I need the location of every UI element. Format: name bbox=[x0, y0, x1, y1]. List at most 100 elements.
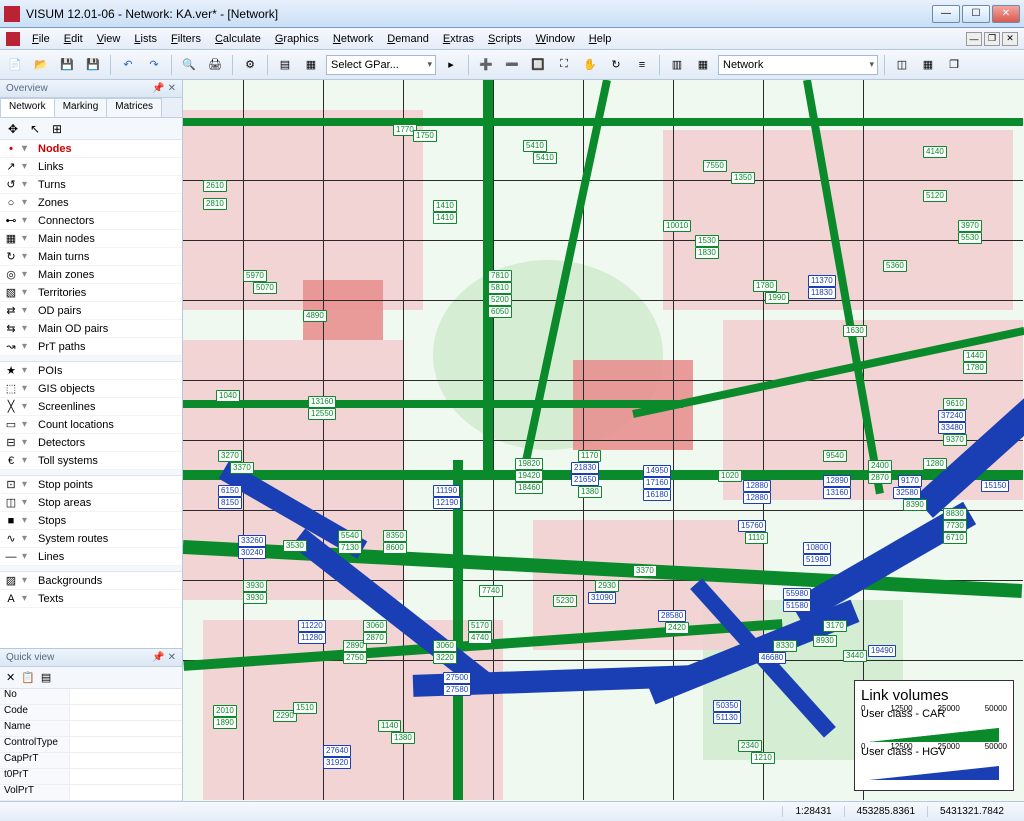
menu-extras[interactable]: Extras bbox=[437, 31, 480, 47]
menu-edit[interactable]: Edit bbox=[58, 31, 89, 47]
open-button[interactable]: 📂 bbox=[30, 54, 52, 76]
filter-icon[interactable]: ▾ bbox=[22, 269, 34, 280]
netobj-turns[interactable]: ↺▾Turns bbox=[0, 176, 182, 194]
menu-lists[interactable]: Lists bbox=[128, 31, 163, 47]
menu-filters[interactable]: Filters bbox=[165, 31, 207, 47]
close-button[interactable]: ✕ bbox=[992, 5, 1020, 23]
filter-icon[interactable]: ▾ bbox=[22, 215, 34, 226]
tab-marking[interactable]: Marking bbox=[54, 98, 108, 117]
menu-calculate[interactable]: Calculate bbox=[209, 31, 267, 47]
filter-icon[interactable]: ▾ bbox=[22, 341, 34, 352]
filter-icon[interactable]: ▾ bbox=[22, 497, 34, 508]
filter-icon[interactable]: ▾ bbox=[22, 533, 34, 544]
qv-row-volprt[interactable]: VolPrT bbox=[0, 785, 182, 801]
save-as-button[interactable]: 💾 bbox=[82, 54, 104, 76]
netobj-main-turns[interactable]: ↻▾Main turns bbox=[0, 248, 182, 266]
filter-icon[interactable]: ▾ bbox=[22, 575, 34, 586]
filter-icon[interactable]: ▾ bbox=[22, 479, 34, 490]
qv-row-capprt[interactable]: CapPrT bbox=[0, 753, 182, 769]
mdi-close-button[interactable]: ✕ bbox=[1002, 32, 1018, 46]
qv-row-controltype[interactable]: ControlType bbox=[0, 737, 182, 753]
menu-scripts[interactable]: Scripts bbox=[482, 31, 528, 47]
netobj-prt-paths[interactable]: ↝▾PrT paths bbox=[0, 338, 182, 356]
filter-icon[interactable]: ▾ bbox=[22, 251, 34, 262]
print-button[interactable]: 🖨 bbox=[204, 54, 226, 76]
qv-clear-button[interactable]: ✕ bbox=[6, 671, 15, 684]
filter-icon[interactable]: ▾ bbox=[22, 179, 34, 190]
netobj-stop-areas[interactable]: ◫▾Stop areas bbox=[0, 494, 182, 512]
filter-icon[interactable]: ▾ bbox=[22, 143, 34, 154]
window-split-button[interactable]: ◫ bbox=[891, 54, 913, 76]
menu-demand[interactable]: Demand bbox=[381, 31, 435, 47]
qv-config-button[interactable]: ▤ bbox=[41, 671, 51, 684]
map-viewport[interactable]: 2610281017701750141014105410541059705070… bbox=[183, 80, 1024, 801]
netobj-main-nodes[interactable]: ▦▾Main nodes bbox=[0, 230, 182, 248]
netobj-main-zones[interactable]: ◎▾Main zones bbox=[0, 266, 182, 284]
special-mode-button[interactable]: ⊞ bbox=[48, 120, 66, 138]
netobj-count-locations[interactable]: ▭▾Count locations bbox=[0, 416, 182, 434]
filter-icon[interactable]: ▾ bbox=[22, 419, 34, 430]
netobj-connectors[interactable]: ⊷▾Connectors bbox=[0, 212, 182, 230]
filter-icon[interactable]: ▾ bbox=[22, 593, 34, 604]
filter-icon[interactable]: ▾ bbox=[22, 197, 34, 208]
qv-row-no[interactable]: No bbox=[0, 689, 182, 705]
mdi-restore-button[interactable]: ❐ bbox=[984, 32, 1000, 46]
netobj-gis-objects[interactable]: ⬚▾GIS objects bbox=[0, 380, 182, 398]
menu-help[interactable]: Help bbox=[583, 31, 618, 47]
tab-matrices[interactable]: Matrices bbox=[106, 98, 162, 117]
gpar-button[interactable]: ▦ bbox=[300, 54, 322, 76]
netobj-nodes[interactable]: •▾Nodes bbox=[0, 140, 182, 158]
qv-row-t0prt[interactable]: t0PrT bbox=[0, 769, 182, 785]
maximize-button[interactable]: ☐ bbox=[962, 5, 990, 23]
new-button[interactable]: 📄 bbox=[4, 54, 26, 76]
netobj-detectors[interactable]: ⊟▾Detectors bbox=[0, 434, 182, 452]
menu-view[interactable]: View bbox=[91, 31, 127, 47]
netobj-toll-systems[interactable]: €▾Toll systems bbox=[0, 452, 182, 470]
filter-icon[interactable]: ▾ bbox=[22, 383, 34, 394]
gpar-select[interactable]: Select GPar... bbox=[326, 55, 436, 75]
columns-button[interactable]: ▥ bbox=[666, 54, 688, 76]
zoom-out-button[interactable]: ➖ bbox=[501, 54, 523, 76]
netobj-main-od-pairs[interactable]: ⇆▾Main OD pairs bbox=[0, 320, 182, 338]
window-tile-button[interactable]: ▦ bbox=[917, 54, 939, 76]
netobj-stop-points[interactable]: ⊡▾Stop points bbox=[0, 476, 182, 494]
netobj-system-routes[interactable]: ∿▾System routes bbox=[0, 530, 182, 548]
filter-icon[interactable]: ▾ bbox=[22, 305, 34, 316]
filter-icon[interactable]: ▾ bbox=[22, 365, 34, 376]
netobj-texts[interactable]: A▾Texts bbox=[0, 590, 182, 608]
menu-graphics[interactable]: Graphics bbox=[269, 31, 325, 47]
netobj-territories[interactable]: ▧▾Territories bbox=[0, 284, 182, 302]
filter-icon[interactable]: ▾ bbox=[22, 401, 34, 412]
minimize-button[interactable]: — bbox=[932, 5, 960, 23]
edit-mode-button[interactable]: ↖ bbox=[26, 120, 44, 138]
refresh-button[interactable]: ↻ bbox=[605, 54, 627, 76]
netobj-stops[interactable]: ■▾Stops bbox=[0, 512, 182, 530]
filter-icon[interactable]: ▾ bbox=[22, 161, 34, 172]
qv-row-name[interactable]: Name bbox=[0, 721, 182, 737]
filter-icon[interactable]: ▾ bbox=[22, 515, 34, 526]
filter-icon[interactable]: ▾ bbox=[22, 455, 34, 466]
filter-icon[interactable]: ▾ bbox=[22, 233, 34, 244]
netobj-lines[interactable]: —▾Lines bbox=[0, 548, 182, 566]
toggle-button[interactable]: ≡ bbox=[631, 54, 653, 76]
netobj-od-pairs[interactable]: ⇄▾OD pairs bbox=[0, 302, 182, 320]
options-button[interactable]: ⚙ bbox=[239, 54, 261, 76]
zoom-button[interactable]: 🔍 bbox=[178, 54, 200, 76]
netobj-links[interactable]: ↗▾Links bbox=[0, 158, 182, 176]
network-select[interactable]: Network bbox=[718, 55, 878, 75]
qv-copy-button[interactable]: 📋 bbox=[21, 671, 35, 684]
netobj-backgrounds[interactable]: ▨▾Backgrounds bbox=[0, 572, 182, 590]
pin-icon[interactable]: 📌 ✕ bbox=[152, 83, 176, 94]
quickview-pin-icon[interactable]: 📌 ✕ bbox=[152, 652, 176, 663]
mdi-minimize-button[interactable]: — bbox=[966, 32, 982, 46]
undo-button[interactable]: ↶ bbox=[117, 54, 139, 76]
filter-icon[interactable]: ▾ bbox=[22, 287, 34, 298]
filter-icon[interactable]: ▾ bbox=[22, 551, 34, 562]
zoom-in-button[interactable]: ➕ bbox=[475, 54, 497, 76]
redo-button[interactable]: ↷ bbox=[143, 54, 165, 76]
insert-mode-button[interactable]: ✥ bbox=[4, 120, 22, 138]
filter-icon[interactable]: ▾ bbox=[22, 323, 34, 334]
grid-button[interactable]: ▦ bbox=[692, 54, 714, 76]
zoom-window-button[interactable]: 🔲 bbox=[527, 54, 549, 76]
netobj-zones[interactable]: ○▾Zones bbox=[0, 194, 182, 212]
